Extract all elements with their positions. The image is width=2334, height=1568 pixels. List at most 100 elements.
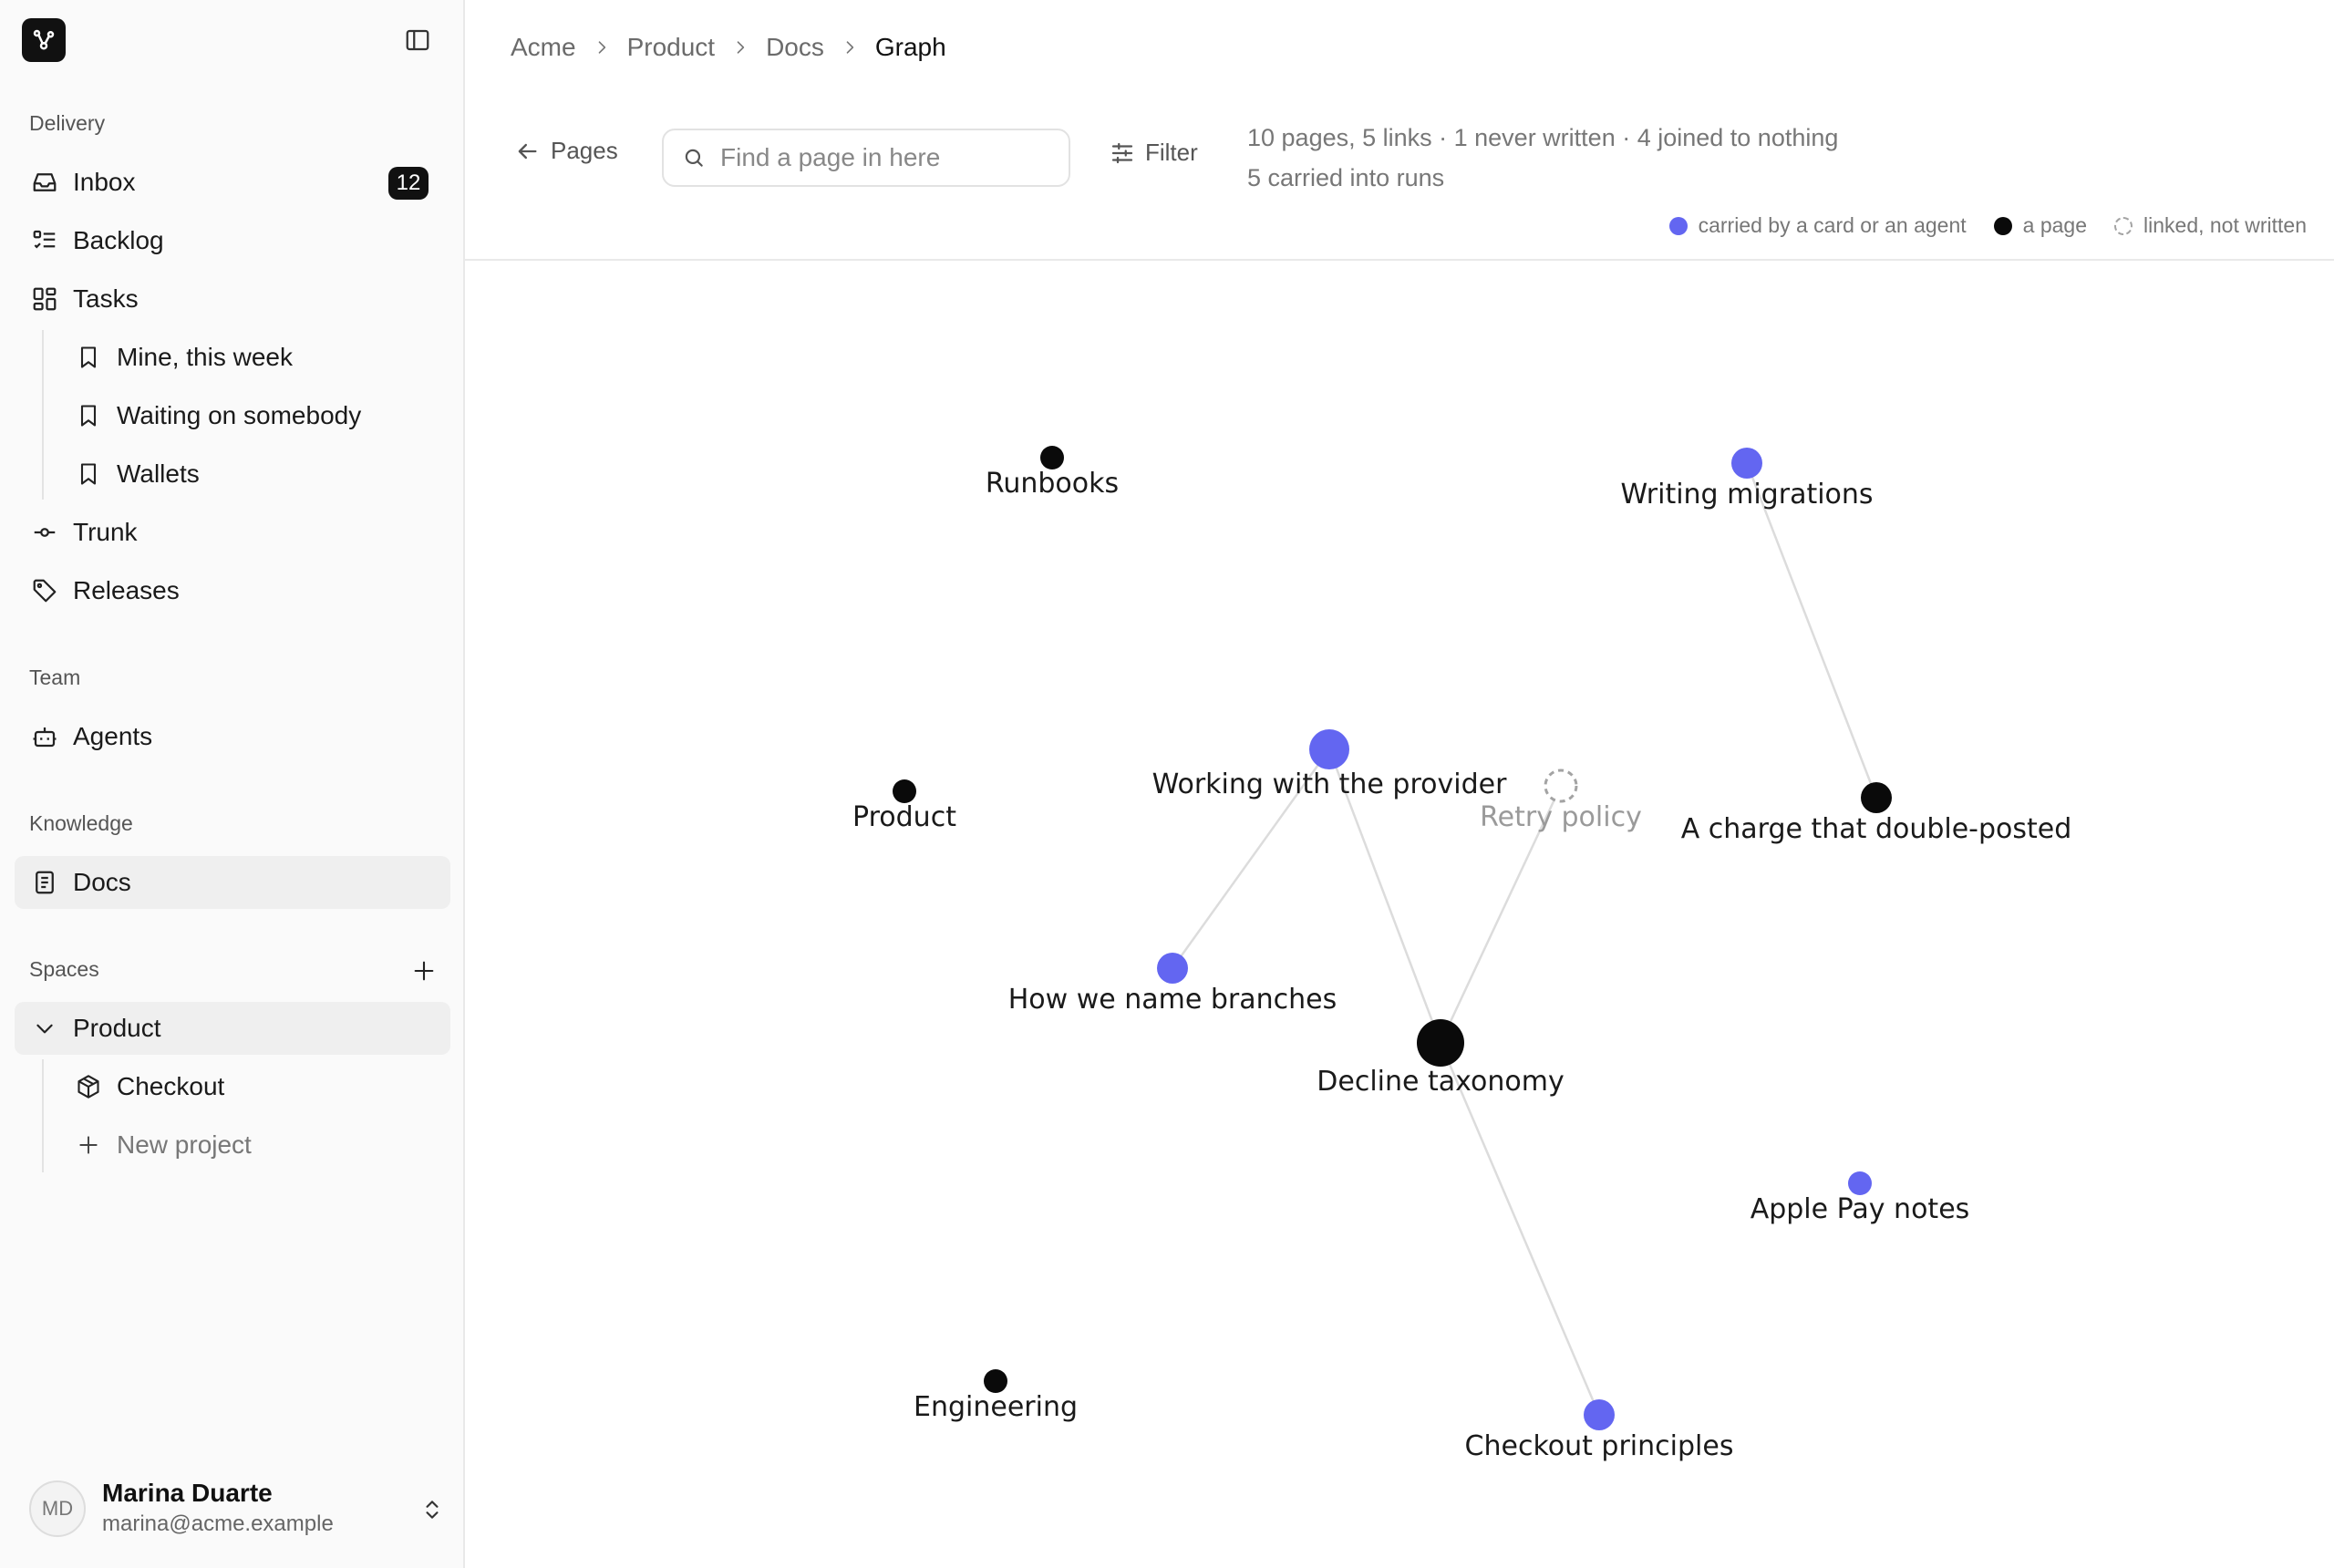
sidebar-item-tasks[interactable]: Tasks — [15, 273, 450, 325]
user-menu[interactable]: MD Marina Duarte marina@acme.example — [29, 1479, 449, 1541]
graph-node-double-posted[interactable]: A charge that double-posted — [1681, 782, 2072, 845]
graph-node-label: Checkout principles — [1465, 1430, 1734, 1462]
tree-guide-line — [42, 330, 44, 500]
sidebar-toggle-button[interactable] — [399, 24, 436, 57]
sidebar-project-checkout[interactable]: Checkout — [60, 1060, 450, 1113]
inbox-count-badge: 12 — [388, 167, 429, 200]
search-input[interactable] — [718, 142, 1050, 173]
breadcrumb: Acme Product Docs Graph — [511, 33, 946, 62]
breadcrumb-docs[interactable]: Docs — [766, 33, 824, 62]
breadcrumb-acme[interactable]: Acme — [511, 33, 576, 62]
graph-legend: carried by a card or an agent a page lin… — [1642, 213, 2307, 238]
plus-icon — [73, 1130, 104, 1161]
sidebar-view-wallets[interactable]: Wallets — [60, 448, 450, 500]
back-to-pages-button[interactable]: Pages — [514, 137, 618, 165]
document-icon — [29, 867, 60, 898]
inbox-icon — [29, 167, 60, 198]
graph-node-label: Decline taxonomy — [1317, 1066, 1564, 1098]
search-icon — [685, 149, 703, 167]
bookmark-icon — [73, 342, 104, 373]
graph-node-dot[interactable] — [1848, 1171, 1872, 1195]
graph-node-dot[interactable] — [1309, 729, 1349, 769]
graph-node-dot[interactable] — [1584, 1399, 1615, 1430]
bookmark-icon — [73, 400, 104, 431]
legend-page: a page — [1993, 213, 2088, 238]
section-label-knowledge: Knowledge — [29, 811, 133, 835]
user-name: Marina Duarte — [102, 1479, 273, 1507]
bot-icon — [29, 721, 60, 752]
add-space-button[interactable] — [407, 954, 441, 988]
sidebar-view-mine-this-week[interactable]: Mine, this week — [60, 331, 450, 384]
sidebar-item-label: Trunk — [73, 518, 138, 546]
graph-node-working-with-provider[interactable]: Working with the provider — [1152, 729, 1508, 800]
graph-edge-decline-taxonomy-to-checkout-principles — [1439, 1042, 1601, 1416]
sidebar-item-releases[interactable]: Releases — [15, 564, 450, 617]
graph-node-dot[interactable] — [984, 1369, 1007, 1393]
graph-node-dot[interactable] — [1040, 446, 1064, 469]
graph-node-label: Apple Pay notes — [1750, 1193, 1970, 1225]
app-logo[interactable] — [22, 18, 66, 62]
graph-node-engineering[interactable]: Engineering — [914, 1369, 1078, 1423]
sidebar-item-label: Product — [73, 1014, 161, 1042]
graph-canvas[interactable]: Runbooks Writing migrations Product Working… — [465, 261, 2334, 1568]
sidebar-item-agents[interactable]: Agents — [15, 710, 450, 763]
graph-node-checkout-principles[interactable]: Checkout principles — [1465, 1399, 1734, 1462]
graph-node-label: Working with the provider — [1152, 769, 1508, 800]
graph-node-decline-taxonomy[interactable]: Decline taxonomy — [1317, 1019, 1565, 1098]
filter-label: Filter — [1145, 139, 1198, 166]
legend-swatch-carried — [1668, 216, 1688, 235]
legend-swatch-unwritten — [2114, 216, 2133, 235]
back-label: Pages — [551, 137, 618, 164]
new-project-button[interactable]: New project — [60, 1119, 450, 1171]
breadcrumb-current: Graph — [874, 33, 946, 61]
legend-label: carried by a card or an agent — [1698, 213, 1967, 237]
legend-unwritten: linked, not written — [2114, 213, 2307, 238]
graph-node-label: Product — [852, 801, 956, 833]
page-search[interactable] — [662, 129, 1070, 187]
legend-label: a page — [2022, 213, 2088, 237]
user-email: marina@acme.example — [102, 1511, 334, 1536]
graph-node-writing-migrations[interactable]: Writing migrations — [1620, 448, 1874, 511]
graph-node-label: A charge that double-posted — [1681, 813, 2072, 845]
sidebar-item-label: Checkout — [117, 1072, 225, 1100]
graph-edge-writing-migrations-to-double-posted — [1745, 462, 1878, 799]
filter-button[interactable]: Filter — [1109, 139, 1198, 167]
graph-node-dot[interactable] — [1157, 953, 1188, 984]
graph-stats: 10 pages, 5 links · 1 never written · 4 … — [1247, 124, 1839, 151]
sidebar-item-label: Agents — [73, 722, 153, 750]
sidebar-item-label: Tasks — [73, 284, 139, 313]
graph-node-dot[interactable] — [1544, 769, 1578, 803]
graph-node-product[interactable]: Product — [852, 779, 956, 833]
sidebar-item-trunk[interactable]: Trunk — [15, 506, 450, 559]
sidebar-space-product[interactable]: Product — [15, 1002, 450, 1055]
sidebar-item-label: Waiting on somebody — [117, 401, 362, 429]
sidebar-view-waiting-on-somebody[interactable]: Waiting on somebody — [60, 389, 450, 442]
chevrons-up-down-icon — [416, 1491, 449, 1528]
page-graph[interactable]: Runbooks Writing migrations Product Working… — [465, 261, 2334, 1568]
graph-node-branches[interactable]: How we name branches — [1008, 953, 1337, 1016]
git-commit-icon — [29, 517, 60, 548]
layout-grid-icon — [29, 284, 60, 315]
graph-node-dot[interactable] — [1731, 448, 1762, 479]
sidebar-item-inbox[interactable]: Inbox 12 — [15, 156, 450, 209]
arrow-left-icon — [518, 143, 537, 159]
sidebar-item-label: Wallets — [117, 459, 200, 488]
chevron-right-icon — [593, 38, 611, 57]
graph-node-label: How we name branches — [1008, 984, 1337, 1016]
plus-icon — [414, 961, 434, 981]
graph-node-dot[interactable] — [1861, 782, 1892, 813]
bookmark-icon — [73, 459, 104, 490]
graph-node-dot[interactable] — [1417, 1019, 1464, 1067]
graph-node-label: Retry policy — [1480, 801, 1642, 833]
sidebar-item-docs[interactable]: Docs — [15, 856, 450, 909]
panel-left-icon — [406, 29, 429, 51]
sidebar-item-label: Releases — [73, 576, 180, 604]
sidebar-item-label: Inbox — [73, 168, 136, 196]
graph-node-runbooks[interactable]: Runbooks — [986, 446, 1119, 500]
graph-node-dot[interactable] — [893, 779, 916, 803]
breadcrumb-product[interactable]: Product — [627, 33, 716, 62]
list-check-icon — [29, 225, 60, 256]
graph-node-apple-pay[interactable]: Apple Pay notes — [1750, 1171, 1970, 1225]
sidebar-item-backlog[interactable]: Backlog — [15, 214, 450, 267]
sidebar-item-label: Mine, this week — [117, 343, 293, 371]
